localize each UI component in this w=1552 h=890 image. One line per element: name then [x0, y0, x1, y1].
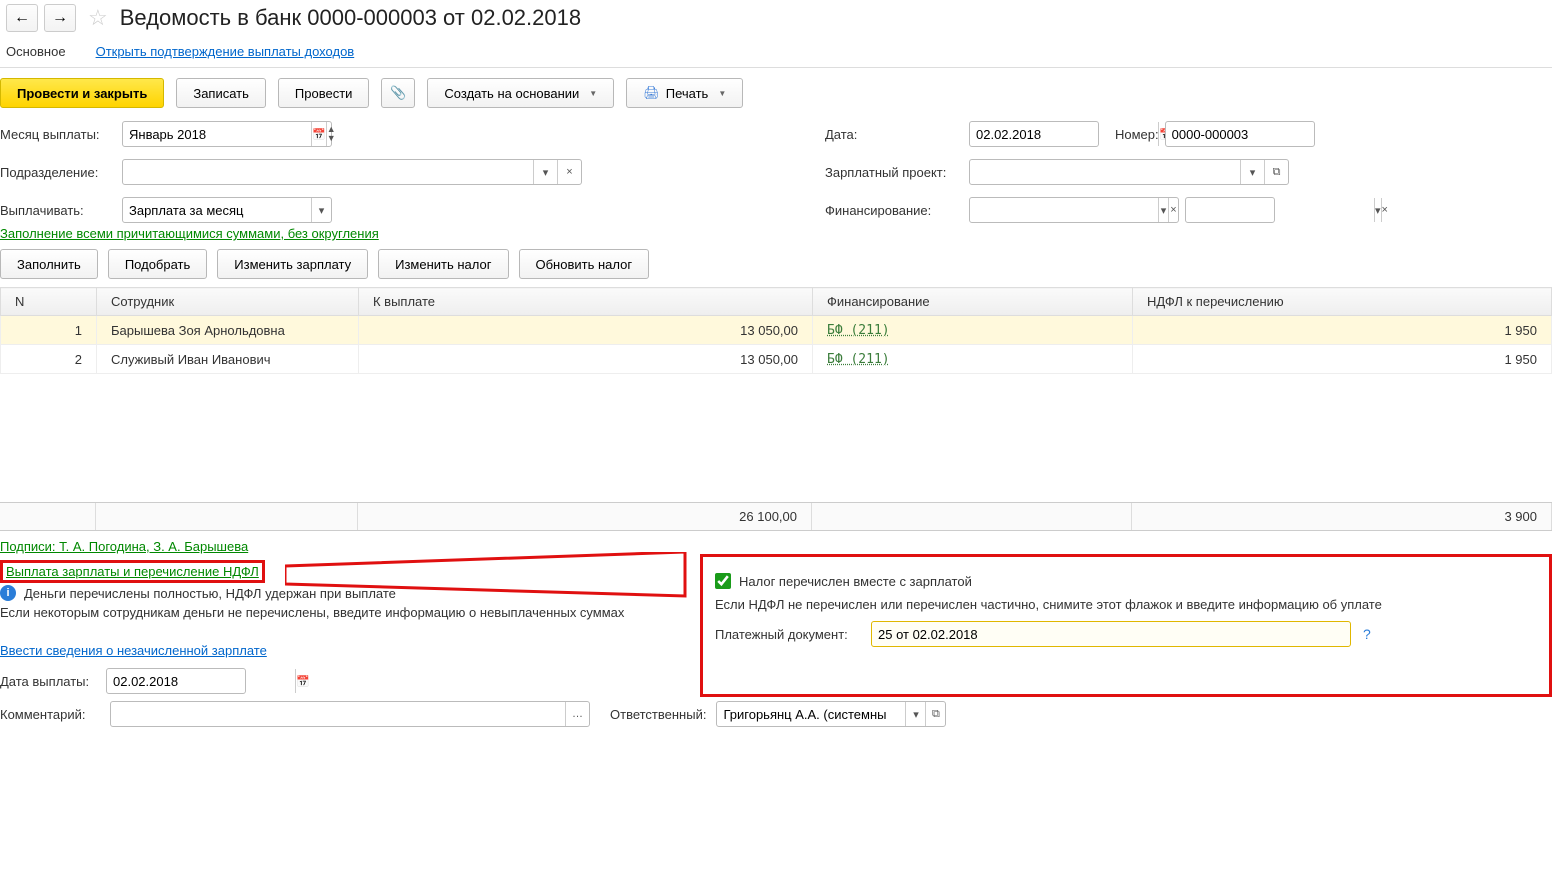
dropdown-icon[interactable]: ▾: [311, 198, 331, 222]
financing-input-2[interactable]: [1186, 198, 1374, 222]
create-based-on-button[interactable]: Создать на основании: [427, 78, 614, 108]
comment-input[interactable]: [111, 702, 565, 726]
tab-open-confirmation[interactable]: Открыть подтверждение выплаты доходов: [96, 44, 355, 59]
change-tax-button[interactable]: Изменить налог: [378, 249, 508, 279]
responsible-input[interactable]: [717, 702, 905, 726]
paydate-label: Дата выплаты:: [0, 674, 100, 689]
change-salary-button[interactable]: Изменить зарплату: [217, 249, 368, 279]
spinner-icon[interactable]: ▲▼: [326, 122, 336, 146]
tax-with-salary-label: Налог перечислен вместе с зарплатой: [739, 574, 972, 589]
month-label: Месяц выплаты:: [0, 127, 116, 142]
printer-icon: 🖨: [643, 85, 660, 101]
payout-transfer-link[interactable]: Выплата зарплаты и перечисление НДФЛ: [6, 564, 259, 579]
number-input[interactable]: [1166, 122, 1354, 146]
department-input[interactable]: [123, 160, 533, 184]
post-button[interactable]: Провести: [278, 78, 370, 108]
cell-employee: Барышева Зоя Арнольдовна: [97, 316, 359, 345]
open-icon[interactable]: ⧉: [1264, 160, 1288, 184]
salary-project-input[interactable]: [970, 160, 1240, 184]
paperclip-icon: 📎: [390, 85, 406, 101]
col-n: N: [1, 288, 97, 316]
date-label: Дата:: [825, 127, 963, 142]
total-tax: 3 900: [1132, 503, 1552, 530]
totals-row: 26 100,00 3 900: [0, 502, 1552, 531]
info-icon: i: [0, 585, 16, 601]
col-tax: НДФЛ к перечислению: [1133, 288, 1552, 316]
tax-panel: Налог перечислен вместе с зарплатой Если…: [700, 554, 1552, 697]
calendar-icon[interactable]: 📅: [295, 669, 310, 693]
comment-label: Комментарий:: [0, 707, 100, 722]
paydoc-label: Платежный документ:: [715, 627, 865, 642]
enter-unpaid-link[interactable]: Ввести сведения о незачисленной зарплате: [0, 640, 267, 661]
open-icon[interactable]: ⧉: [925, 702, 945, 726]
print-button[interactable]: 🖨 Печать: [626, 78, 743, 108]
fill-button[interactable]: Заполнить: [0, 249, 98, 279]
col-employee: Сотрудник: [97, 288, 359, 316]
fill-settings-link[interactable]: Заполнение всеми причитающимися суммами,…: [0, 222, 379, 245]
financing-link[interactable]: БФ (211): [827, 323, 890, 338]
responsible-label: Ответственный:: [610, 707, 706, 722]
back-button[interactable]: ←: [6, 4, 38, 32]
cell-pay: 13 050,00: [359, 316, 813, 345]
paydate-input[interactable]: [107, 669, 295, 693]
paytype-label: Выплачивать:: [0, 203, 116, 218]
favorite-icon[interactable]: ☆: [88, 5, 108, 31]
tax-panel-note: Если НДФЛ не перечислен или перечислен ч…: [715, 591, 1537, 618]
cell-pay: 13 050,00: [359, 345, 813, 374]
col-topay: К выплате: [359, 288, 813, 316]
cell-n: 2: [1, 345, 97, 374]
dropdown-icon[interactable]: ▾: [905, 702, 925, 726]
tab-main[interactable]: Основное: [6, 44, 66, 59]
pick-button[interactable]: Подобрать: [108, 249, 207, 279]
dropdown-icon[interactable]: ▾: [1158, 198, 1168, 222]
table-row[interactable]: 2 Служивый Иван Иванович 13 050,00 БФ (2…: [1, 345, 1552, 374]
print-label: Печать: [666, 86, 709, 101]
number-label: Номер:: [1115, 127, 1159, 142]
clear-icon[interactable]: ×: [557, 160, 581, 184]
clear-icon[interactable]: ×: [1381, 198, 1388, 222]
month-input[interactable]: [123, 122, 311, 146]
page-title: Ведомость в банк 0000-000003 от 02.02.20…: [120, 5, 581, 31]
department-label: Подразделение:: [0, 165, 116, 180]
attach-button[interactable]: 📎: [381, 78, 415, 108]
employees-table[interactable]: N Сотрудник К выплате Финансирование НДФ…: [0, 287, 1552, 374]
financing-link[interactable]: БФ (211): [827, 352, 890, 367]
total-pay: 26 100,00: [358, 503, 812, 530]
arrow-annotation: [285, 552, 705, 602]
table-row[interactable]: 1 Барышева Зоя Арнольдовна 13 050,00 БФ …: [1, 316, 1552, 345]
paydoc-input[interactable]: [872, 622, 1350, 646]
salary-project-label: Зарплатный проект:: [825, 165, 963, 180]
footer-note: Если некоторым сотрудникам деньги не пер…: [0, 603, 700, 622]
cell-tax: 1 950: [1133, 345, 1552, 374]
cell-n: 1: [1, 316, 97, 345]
clear-icon[interactable]: ×: [1168, 198, 1178, 222]
cell-tax: 1 950: [1133, 316, 1552, 345]
col-financing: Финансирование: [813, 288, 1133, 316]
forward-button[interactable]: →: [44, 4, 76, 32]
dropdown-icon[interactable]: ▾: [533, 160, 557, 184]
post-and-close-button[interactable]: Провести и закрыть: [0, 78, 164, 108]
calendar-icon[interactable]: 📅: [311, 122, 326, 146]
financing-label: Финансирование:: [825, 203, 963, 218]
paytype-input[interactable]: [123, 198, 311, 222]
save-button[interactable]: Записать: [176, 78, 266, 108]
ellipsis-icon[interactable]: …: [565, 702, 589, 726]
update-tax-button[interactable]: Обновить налог: [519, 249, 650, 279]
cell-employee: Служивый Иван Иванович: [97, 345, 359, 374]
dropdown-icon[interactable]: ▾: [1240, 160, 1264, 184]
tax-with-salary-checkbox[interactable]: [715, 573, 731, 589]
financing-input-1[interactable]: [970, 198, 1158, 222]
help-icon[interactable]: ?: [1363, 626, 1371, 642]
